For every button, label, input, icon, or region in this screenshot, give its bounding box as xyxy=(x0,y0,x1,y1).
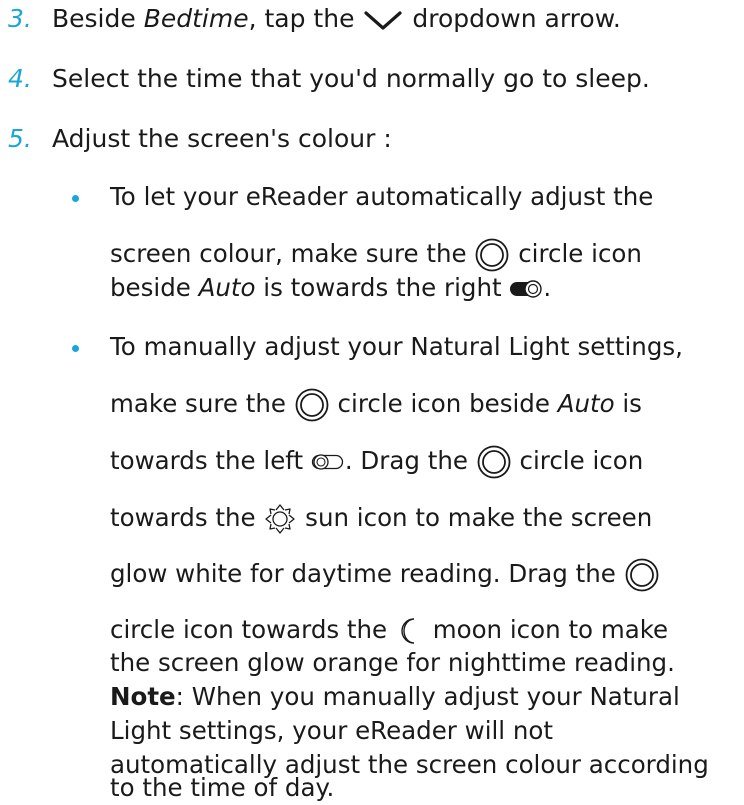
bullet-1-line-1: To let your eReader automatically adjust… xyxy=(110,182,654,211)
bullet-1-line-3: beside Auto is towards the right . xyxy=(110,273,552,302)
bullet-2-line-2: make sure the circle icon beside Auto is xyxy=(110,387,642,423)
circle-icon xyxy=(295,388,329,422)
step-number: 3. xyxy=(8,4,32,33)
circle-icon xyxy=(477,445,511,479)
note-label: Note xyxy=(110,682,176,711)
step-number: 5. xyxy=(8,124,32,153)
circle-icon xyxy=(625,558,659,592)
bullet-2-line-9: Light settings, your eReader will not xyxy=(110,716,554,745)
bullet-marker xyxy=(72,345,79,352)
sun-icon xyxy=(265,504,296,534)
toggle-off-icon xyxy=(311,454,344,470)
bullet-2-line-11: to the time of day. xyxy=(110,773,335,802)
bullet-2-line-5: glow white for daytime reading. Drag the xyxy=(110,557,660,593)
bullet-marker xyxy=(72,195,79,202)
chevron-down-icon xyxy=(364,11,403,30)
bullet-2-line-4: towards the sun icon to make the screen xyxy=(110,501,652,536)
step-text: Adjust the screen's colour : xyxy=(52,124,392,153)
bullet-2-line-1: To manually adjust your Natural Light se… xyxy=(110,332,683,361)
bullet-2-line-7: the screen glow orange for nighttime rea… xyxy=(110,648,675,677)
step-text: Select the time that you'd normally go t… xyxy=(52,64,650,93)
toggle-on-icon xyxy=(510,280,543,298)
step-number: 4. xyxy=(8,64,32,93)
step-text: Beside Bedtime, tap the dropdown arrow. xyxy=(52,4,621,33)
circle-icon xyxy=(476,238,509,272)
bullet-2-line-6: circle icon towards the moon icon to mak… xyxy=(110,615,669,644)
bullet-2-line-3: towards the left . Drag the circle icon xyxy=(110,444,643,480)
bullet-2-line-8: Note: When you manually adjust your Natu… xyxy=(110,682,680,711)
bullet-1-line-2: screen colour, make sure the circle icon xyxy=(110,237,642,273)
moon-icon xyxy=(401,618,414,644)
